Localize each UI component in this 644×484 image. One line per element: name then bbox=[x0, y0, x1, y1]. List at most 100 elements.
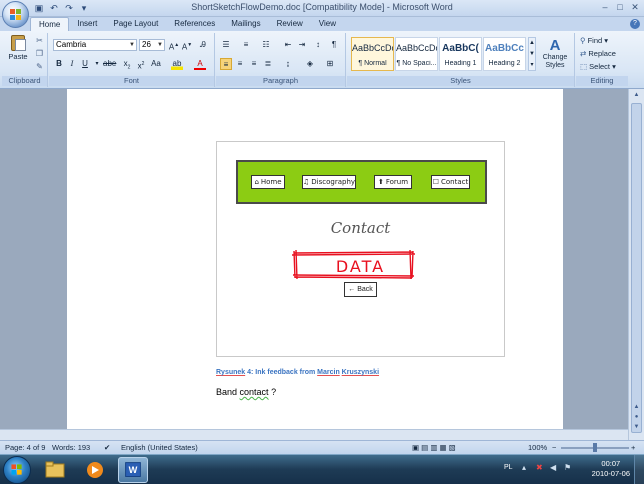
change-styles-icon: A bbox=[549, 37, 561, 54]
scroll-up-icon[interactable]: ▲ bbox=[631, 91, 642, 100]
page-count[interactable]: Page: 4 of 9 bbox=[5, 443, 45, 452]
font-name-select[interactable]: Cambria ▼ bbox=[53, 39, 137, 51]
find-label: Find bbox=[587, 36, 603, 45]
justify-icon[interactable]: ≣ bbox=[262, 58, 274, 70]
action-center-icon[interactable]: ⚑ bbox=[564, 463, 571, 472]
proofing-icon[interactable]: ✔ bbox=[104, 443, 110, 452]
shrink-font-button[interactable]: A▼ bbox=[181, 39, 193, 52]
change-styles-button[interactable]: A Change Styles bbox=[539, 37, 571, 77]
tab-view[interactable]: View bbox=[311, 17, 344, 31]
font-color-icon[interactable]: A bbox=[194, 58, 206, 70]
volume-icon[interactable]: ◀ bbox=[550, 463, 556, 472]
font-size-select[interactable]: 26 ▼ bbox=[139, 39, 165, 51]
style-sample: AaBbC( bbox=[442, 43, 479, 54]
view-buttons[interactable]: ▣ ▤ ▥ ▦ ▧ bbox=[412, 443, 456, 452]
maximize-button[interactable]: □ bbox=[613, 1, 627, 13]
select-button[interactable]: ⬚ Select ▾ bbox=[580, 62, 616, 71]
tray-expand-icon[interactable]: ▴ bbox=[522, 463, 526, 472]
clock[interactable]: 00:07 2010-07-06 bbox=[592, 459, 630, 479]
chevron-down-icon[interactable]: ▾ bbox=[91, 58, 103, 70]
zoom-in-icon[interactable]: + bbox=[631, 443, 635, 452]
tab-home[interactable]: Home bbox=[30, 17, 70, 31]
multilevel-list-icon[interactable]: ☷ bbox=[260, 39, 272, 51]
cut-icon[interactable]: ✂ bbox=[34, 36, 45, 46]
zoom-level[interactable]: 100% bbox=[528, 443, 547, 452]
ribbon-tabs: Home Insert Page Layout References Maili… bbox=[0, 17, 644, 31]
bullets-icon[interactable]: ☰ bbox=[220, 39, 232, 51]
styles-scroll[interactable]: ▲ ▼ ▾ bbox=[528, 37, 536, 71]
tab-mailings[interactable]: Mailings bbox=[223, 17, 268, 31]
increase-indent-icon[interactable]: ⇥ bbox=[296, 39, 308, 51]
find-button[interactable]: ⚲ Find ▾ bbox=[580, 36, 608, 45]
show-hide-marks-icon[interactable]: ¶ bbox=[328, 39, 340, 51]
clipboard-group: Paste ✂ ❐ ✎ Clipboard bbox=[2, 33, 48, 87]
shading-icon[interactable]: ◈ bbox=[304, 58, 316, 70]
strikethrough-button[interactable]: abe bbox=[103, 58, 116, 70]
paste-label: Paste bbox=[8, 52, 28, 61]
word-taskbar-button[interactable]: W bbox=[118, 457, 148, 483]
clear-formatting-icon[interactable]: Ꭿ bbox=[197, 39, 209, 51]
align-right-icon[interactable]: ≡ bbox=[248, 58, 260, 70]
word-count[interactable]: Words: 193 bbox=[52, 443, 90, 452]
language[interactable]: English (United States) bbox=[121, 443, 198, 452]
next-page-icon[interactable]: ▼ bbox=[631, 423, 642, 432]
close-button[interactable]: ✕ bbox=[628, 1, 642, 13]
body-paragraph[interactable]: Band contact ? bbox=[216, 387, 276, 397]
styles-group: AaBbCcDc ¶ Normal AaBbCcDc ¶ No Spaci...… bbox=[347, 33, 575, 87]
align-left-icon[interactable]: ≡ bbox=[220, 58, 232, 70]
zoom-slider-knob[interactable] bbox=[593, 443, 597, 452]
input-language[interactable]: PL bbox=[504, 464, 513, 471]
borders-icon[interactable]: ⊞ bbox=[324, 58, 336, 70]
sort-icon[interactable]: ↕ bbox=[312, 39, 324, 51]
minimize-button[interactable]: – bbox=[598, 1, 612, 13]
sketch-page-title: Contact bbox=[330, 219, 391, 237]
style-heading-1[interactable]: AaBbC( Heading 1 bbox=[439, 37, 482, 71]
scroll-thumb[interactable] bbox=[631, 103, 642, 433]
zoom-out-icon[interactable]: − bbox=[552, 443, 556, 452]
caption-name-first: Marcin bbox=[317, 369, 340, 376]
start-button[interactable] bbox=[3, 456, 31, 484]
highlight-icon[interactable]: ab bbox=[171, 58, 183, 70]
caption-name-last: Kruszynski bbox=[341, 369, 380, 376]
underline-button[interactable]: U bbox=[79, 58, 91, 70]
document-page[interactable]: ⌂ Home ♫ Discography ⬆ Forum ☐ Contact Conta… bbox=[67, 89, 563, 434]
select-label: Select bbox=[589, 62, 611, 71]
horizontal-scrollbar[interactable] bbox=[0, 429, 628, 440]
format-painter-icon[interactable]: ✎ bbox=[34, 62, 45, 72]
italic-button[interactable]: I bbox=[66, 58, 78, 70]
select-icon: ⬚ bbox=[580, 62, 590, 71]
numbering-icon[interactable]: ≡ bbox=[240, 39, 252, 51]
prev-page-icon[interactable]: ▲ bbox=[631, 403, 642, 412]
paste-button[interactable]: Paste bbox=[6, 35, 30, 73]
change-case-button[interactable]: Aa bbox=[150, 58, 162, 70]
decrease-indent-icon[interactable]: ⇤ bbox=[282, 39, 294, 51]
office-button[interactable] bbox=[2, 1, 29, 28]
sketch-image: ⌂ Home ♫ Discography ⬆ Forum ☐ Contact Conta… bbox=[216, 141, 505, 357]
align-center-icon[interactable]: ≡ bbox=[234, 58, 246, 70]
style-heading-2[interactable]: AaBbCc Heading 2 bbox=[483, 37, 526, 71]
style-sample: AaBbCcDc bbox=[396, 43, 437, 53]
style-no-spacing[interactable]: AaBbCcDc ¶ No Spaci... bbox=[395, 37, 438, 71]
tab-references[interactable]: References bbox=[166, 17, 223, 31]
bold-button[interactable]: B bbox=[53, 58, 65, 70]
select-browse-object-icon[interactable]: ● bbox=[631, 413, 642, 422]
media-player-taskbar-button[interactable] bbox=[80, 457, 110, 483]
tab-insert[interactable]: Insert bbox=[69, 17, 105, 31]
subscript-button[interactable]: x2 bbox=[121, 58, 133, 71]
word-icon: W bbox=[125, 462, 141, 477]
vertical-scrollbar[interactable]: ▲ ▲ ● ▼ bbox=[628, 89, 644, 440]
style-name: Heading 1 bbox=[444, 60, 477, 67]
tab-review[interactable]: Review bbox=[269, 17, 311, 31]
clipboard-group-label: Clipboard bbox=[2, 76, 47, 86]
copy-icon[interactable]: ❐ bbox=[34, 49, 45, 59]
replace-button[interactable]: ⇄ Replace bbox=[580, 49, 616, 58]
style-normal[interactable]: AaBbCcDc ¶ Normal bbox=[351, 37, 394, 71]
tab-page-layout[interactable]: Page Layout bbox=[105, 17, 166, 31]
superscript-button[interactable]: x2 bbox=[135, 58, 147, 71]
network-icon[interactable]: ✖ bbox=[536, 463, 543, 472]
show-desktop-button[interactable] bbox=[634, 455, 644, 484]
line-spacing-icon[interactable]: ↨ bbox=[282, 58, 294, 70]
grow-font-button[interactable]: A▲ bbox=[168, 39, 180, 52]
explorer-taskbar-button[interactable] bbox=[40, 457, 70, 483]
help-icon[interactable]: ? bbox=[630, 19, 640, 29]
